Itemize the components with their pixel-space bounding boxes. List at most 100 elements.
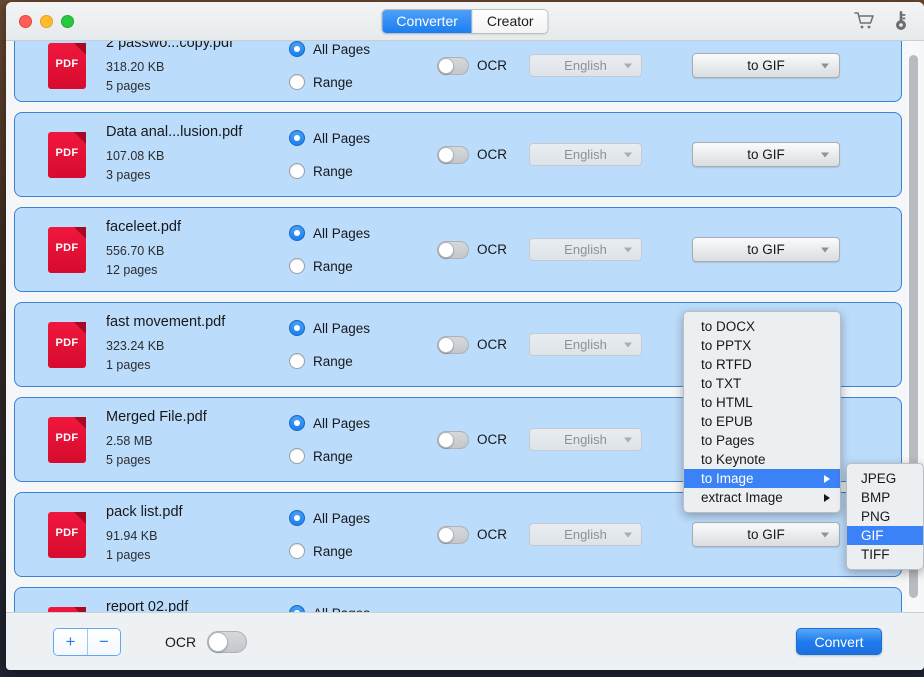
toggle-knob <box>438 58 454 74</box>
range-option[interactable]: Range <box>289 69 419 96</box>
all-pages-option[interactable]: All Pages <box>289 41 419 63</box>
row-ocr-toggle[interactable] <box>437 431 469 449</box>
submenu-item[interactable]: JPEG <box>847 469 923 488</box>
submenu-item[interactable]: GIF <box>847 526 923 545</box>
all-pages-radio[interactable] <box>289 510 305 526</box>
key-icon[interactable] <box>894 10 908 32</box>
ocr-language-value: English <box>564 147 607 162</box>
toggle-knob <box>208 632 228 652</box>
range-option[interactable]: Range <box>289 158 419 185</box>
pdf-file-icon: PDF <box>48 132 86 178</box>
row-ocr-group: OCR <box>437 431 507 449</box>
menu-item[interactable]: to DOCX <box>684 317 840 336</box>
global-ocr-label: OCR <box>165 634 196 650</box>
cart-icon[interactable] <box>854 11 876 31</box>
all-pages-option[interactable]: All Pages <box>289 315 419 342</box>
output-format-select[interactable]: to GIF <box>692 142 840 167</box>
convert-button[interactable]: Convert <box>796 628 882 655</box>
close-button[interactable] <box>19 15 32 28</box>
range-label: Range <box>313 75 353 90</box>
output-format-select[interactable]: to GIF <box>692 237 840 262</box>
all-pages-option[interactable]: All Pages <box>289 410 419 437</box>
row-ocr-toggle[interactable] <box>437 57 469 75</box>
range-radio[interactable] <box>289 448 305 464</box>
submenu-item[interactable]: TIFF <box>847 545 923 564</box>
row-ocr-toggle[interactable] <box>437 241 469 259</box>
ocr-language-select[interactable]: English <box>529 238 642 261</box>
pdf-icon-label: PDF <box>48 337 86 349</box>
tab-converter[interactable]: Converter <box>382 10 472 33</box>
range-radio[interactable] <box>289 353 305 369</box>
all-pages-radio[interactable] <box>289 41 305 57</box>
zoom-button[interactable] <box>61 15 74 28</box>
ocr-language-value: English <box>564 242 607 257</box>
submenu-item[interactable]: PNG <box>847 507 923 526</box>
all-pages-option[interactable]: All Pages <box>289 220 419 247</box>
range-option[interactable]: Range <box>289 538 419 565</box>
chevron-down-icon <box>821 247 829 252</box>
row-ocr-label: OCR <box>477 527 507 542</box>
submenu-item[interactable]: BMP <box>847 488 923 507</box>
output-format-value: to GIF <box>747 242 785 257</box>
range-radio[interactable] <box>289 163 305 179</box>
file-size: 91.94 KB <box>106 527 281 546</box>
ocr-language-select[interactable]: English <box>529 333 642 356</box>
ocr-language-select[interactable]: English <box>529 428 642 451</box>
all-pages-option[interactable]: All Pages <box>289 125 419 152</box>
menu-item[interactable]: to Keynote <box>684 450 840 469</box>
row-ocr-toggle[interactable] <box>437 336 469 354</box>
all-pages-option[interactable]: All Pages <box>289 505 419 532</box>
global-ocr-toggle[interactable] <box>207 631 247 653</box>
all-pages-radio[interactable] <box>289 225 305 241</box>
menu-item[interactable]: to TXT <box>684 374 840 393</box>
range-option[interactable]: Range <box>289 253 419 280</box>
page-range-options: All Pages Range <box>289 41 419 96</box>
file-size: 2.58 MB <box>106 432 281 451</box>
menu-item[interactable]: to Image <box>684 469 840 488</box>
ocr-language-select[interactable]: English <box>529 143 642 166</box>
tab-creator[interactable]: Creator <box>473 10 548 33</box>
format-context-menu[interactable]: to DOCXto PPTXto RTFDto TXTto HTMLto EPU… <box>683 311 841 513</box>
range-radio[interactable] <box>289 543 305 559</box>
all-pages-radio[interactable] <box>289 415 305 431</box>
menu-item[interactable]: extract Image <box>684 488 840 507</box>
all-pages-option[interactable]: All Pages <box>289 600 419 613</box>
range-option[interactable]: Range <box>289 443 419 470</box>
submenu-item-label: PNG <box>861 509 890 524</box>
chevron-down-icon <box>624 63 632 68</box>
menu-item[interactable]: to HTML <box>684 393 840 412</box>
range-label: Range <box>313 354 353 369</box>
all-pages-radio[interactable] <box>289 320 305 336</box>
remove-file-button[interactable]: − <box>87 629 120 655</box>
range-radio[interactable] <box>289 258 305 274</box>
file-size: 318.20 KB <box>106 58 281 77</box>
menu-item[interactable]: to RTFD <box>684 355 840 374</box>
table-row[interactable]: PDFfaceleet.pdf556.70 KB12 pagesAll Page… <box>14 207 902 292</box>
page-range-options: All Pages Range <box>289 410 419 470</box>
row-ocr-toggle[interactable] <box>437 526 469 544</box>
range-radio[interactable] <box>289 74 305 90</box>
range-option[interactable]: Range <box>289 348 419 375</box>
table-row[interactable]: PDFData anal...lusion.pdf107.08 KB3 page… <box>14 112 902 197</box>
menu-item[interactable]: to Pages <box>684 431 840 450</box>
output-format-value: to GIF <box>747 147 785 162</box>
toggle-knob <box>438 337 454 353</box>
all-pages-radio[interactable] <box>289 605 305 612</box>
menu-item[interactable]: to PPTX <box>684 336 840 355</box>
image-format-submenu[interactable]: JPEGBMP PNG GIFTIFF <box>846 463 924 570</box>
row-ocr-group: OCR <box>437 526 507 544</box>
ocr-language-select[interactable]: English <box>529 523 642 546</box>
minimize-button[interactable] <box>40 15 53 28</box>
table-row[interactable]: PDFreport 02.pdf253.46 KB2 pagesAll Page… <box>14 587 902 612</box>
ocr-language-select[interactable]: English <box>529 54 642 77</box>
menu-item[interactable]: to EPUB <box>684 412 840 431</box>
row-ocr-label: OCR <box>477 242 507 257</box>
ocr-language-value: English <box>564 432 607 447</box>
all-pages-radio[interactable] <box>289 130 305 146</box>
row-ocr-toggle[interactable] <box>437 146 469 164</box>
table-row[interactable]: PDF2 passwo...copy.pdf318.20 KB5 pagesAl… <box>14 41 902 102</box>
add-file-button[interactable]: + <box>54 629 87 655</box>
ocr-language-value: English <box>564 58 607 73</box>
output-format-select[interactable]: to GIF <box>692 53 840 78</box>
output-format-select[interactable]: to GIF <box>692 522 840 547</box>
